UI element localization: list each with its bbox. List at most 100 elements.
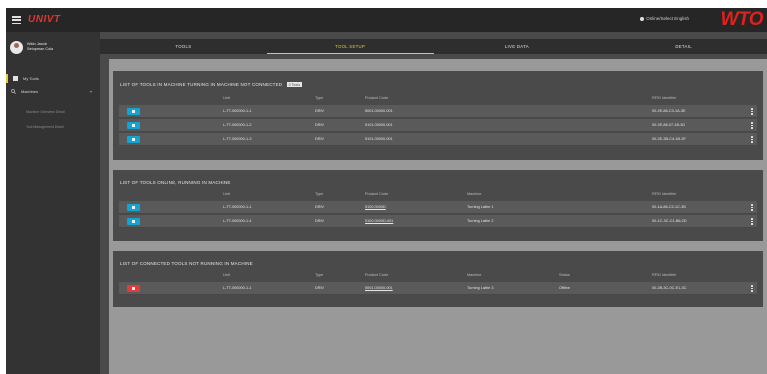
column-header: RFID Identifier: [652, 96, 677, 100]
edit-button[interactable]: [127, 218, 140, 225]
delete-icon: [132, 287, 135, 290]
table-row[interactable]: L-TT-000000-1-1 DRIV 5100.0000D Turning …: [119, 201, 757, 214]
top-bar: UNIVT Online/Select English WTO: [6, 8, 767, 32]
app-window: UNIVT Online/Select English WTO Wido Jac…: [6, 8, 767, 374]
cell-unit: L-TT-000000-1-1: [223, 286, 252, 290]
cell-unit: L-TT-000000-1-1: [223, 109, 252, 113]
cell-machine: Turning Lathe 1: [467, 205, 494, 209]
panel-title: LIST OF TOOLS ONLINE, RUNNING IN MACHINE: [120, 180, 231, 185]
column-header: RFID Identifier: [652, 273, 677, 277]
cell-unit: L-TT-000000-1-3: [223, 137, 252, 141]
cell-unit: L-TT-000000-1-2: [223, 123, 252, 127]
product-code-link[interactable]: 5001.00000-001: [365, 286, 393, 290]
delete-button[interactable]: [127, 285, 140, 292]
tool-count-badge[interactable]: 0 Tools: [286, 82, 303, 88]
app-title: UNIVT: [28, 14, 61, 25]
product-code-link[interactable]: 5100.0000D: [365, 205, 386, 209]
panel-not-connected: LIST OF TOOLS IN MACHINE TURNING IN MACH…: [113, 71, 763, 160]
sidebar-item-my-tools[interactable]: My Tools: [6, 74, 100, 83]
menu-icon[interactable]: [12, 16, 21, 25]
column-header: Product Code: [365, 192, 389, 196]
cell-product-code: 5101.00000-001: [365, 123, 393, 127]
edit-icon: [132, 220, 135, 223]
column-header: Type: [315, 96, 324, 100]
panel-online-running: LIST OF TOOLS ONLINE, RUNNING IN MACHINE…: [113, 170, 763, 241]
avatar: [10, 40, 23, 54]
main-content: LIST OF TOOLS IN MACHINE TURNING IN MACH…: [109, 59, 767, 374]
tab-bar: TOOLS TOOL SETUP LIVE DATA DETAIL: [100, 39, 767, 54]
more-options-icon[interactable]: [751, 285, 753, 292]
cell-rfid: 00-2E-88-07-1B-3D: [652, 123, 686, 127]
cell-product-code: 5001.00000-001: [365, 109, 393, 113]
cell-machine: Turning Lathe 3: [467, 286, 494, 290]
column-header: Machine: [467, 192, 482, 196]
edit-button[interactable]: [127, 108, 140, 115]
tab-detail[interactable]: DETAIL: [600, 39, 767, 54]
cell-type: DRIV: [315, 286, 325, 290]
cell-rfid: 00-2B-3C-0C-E1-3C: [652, 286, 687, 290]
column-header: Status: [559, 273, 570, 277]
table-row[interactable]: L-TT-000000-1-4 DRIV 5100.0000D-001 Turn…: [119, 215, 757, 228]
column-header: Product Code: [365, 273, 389, 277]
profile-role: Setupman Cola: [27, 47, 54, 51]
sidebar-item-label: My Tools: [23, 76, 39, 81]
edit-icon: [132, 124, 135, 127]
sidebar: Wido Jacob Setupman Cola My Tools Machin…: [6, 32, 100, 374]
cell-type: DRIV: [315, 137, 325, 141]
cell-unit: L-TT-000000-1-4: [223, 219, 252, 223]
column-header: RFID Identifier: [652, 192, 677, 196]
cell-type: DRIV: [315, 109, 325, 113]
column-header: Type: [315, 273, 324, 277]
cell-rfid: 00-1A-86-C2-1C-3B: [652, 205, 686, 209]
column-header: Type: [315, 192, 324, 196]
search-icon: [11, 89, 16, 94]
column-header: Unit: [223, 192, 230, 196]
cell-type: DRIV: [315, 219, 325, 223]
grid-icon: [13, 76, 18, 81]
more-options-icon[interactable]: [751, 136, 753, 143]
sidebar-item-label: Machines: [21, 89, 39, 94]
more-options-icon[interactable]: [751, 122, 753, 129]
edit-button[interactable]: [127, 122, 140, 129]
more-options-icon[interactable]: [751, 204, 753, 211]
tab-tools[interactable]: TOOLS: [100, 39, 267, 54]
user-status[interactable]: Online/Select English: [640, 16, 689, 21]
tab-live-data[interactable]: LIVE DATA: [434, 39, 601, 54]
column-header: Unit: [223, 96, 230, 100]
cell-type: DRIV: [315, 123, 325, 127]
cell-unit: L-TT-000000-1-1: [223, 205, 252, 209]
cell-rfid: 00-2E-88-C3-1A-3E: [652, 109, 686, 113]
tab-tool-setup[interactable]: TOOL SETUP: [266, 39, 434, 54]
cell-rfid: 00-2E-3B-C4-1B-3F: [652, 137, 686, 141]
column-header: Product Code: [365, 96, 389, 100]
product-code-link[interactable]: 5100.0000D-001: [365, 219, 393, 223]
edit-button[interactable]: [127, 204, 140, 211]
more-options-icon[interactable]: [751, 108, 753, 115]
table-row[interactable]: L-TT-000000-1-2 DRIV 5101.00000-001 00-2…: [119, 119, 757, 132]
edit-icon: [132, 138, 135, 141]
chevron-down-icon: ▾: [89, 89, 92, 94]
table-row[interactable]: L-TT-000000-1-3 DRIV 5101.00000-001 00-2…: [119, 133, 757, 146]
edit-button[interactable]: [127, 136, 140, 143]
cell-status: Offline: [559, 286, 570, 290]
cell-rfid: 00-1C-3C-C1-B6-2D: [652, 219, 687, 223]
user-status-label: Online/Select English: [646, 16, 689, 21]
panel-title-text: LIST OF TOOLS IN MACHINE TURNING IN MACH…: [120, 82, 283, 87]
table-row[interactable]: L-TT-000000-1-1 DRIV 5001.00000-001 Turn…: [119, 282, 757, 295]
table-row[interactable]: L-TT-000000-1-1 DRIV 5001.00000-001 00-2…: [119, 105, 757, 118]
cell-product-code: 5101.00000-001: [365, 137, 393, 141]
column-header: Machine: [467, 273, 482, 277]
panel-title: LIST OF CONNECTED TOOLS NOT RUNNING IN M…: [120, 261, 253, 266]
cell-machine: Turning Lathe 2: [467, 219, 494, 223]
sidebar-item-machines[interactable]: Machines ▾: [6, 87, 100, 96]
cell-type: DRIV: [315, 205, 325, 209]
table-header: Unit Type Product Code Machine Status RF…: [119, 272, 757, 280]
user-profile[interactable]: Wido Jacob Setupman Cola: [10, 38, 53, 56]
sidebar-subitem-tool-management[interactable]: Tool Management Detail: [26, 125, 64, 129]
table-header: Unit Type Product Code Machine RFID Iden…: [119, 191, 757, 199]
brand-logo: WTO: [720, 9, 764, 30]
panel-title: LIST OF TOOLS IN MACHINE TURNING IN MACH…: [120, 82, 303, 88]
panel-connected-not-running: LIST OF CONNECTED TOOLS NOT RUNNING IN M…: [113, 251, 763, 307]
more-options-icon[interactable]: [751, 218, 753, 225]
sidebar-subitem-machine-overview[interactable]: Machine Overview Detail: [26, 110, 65, 114]
